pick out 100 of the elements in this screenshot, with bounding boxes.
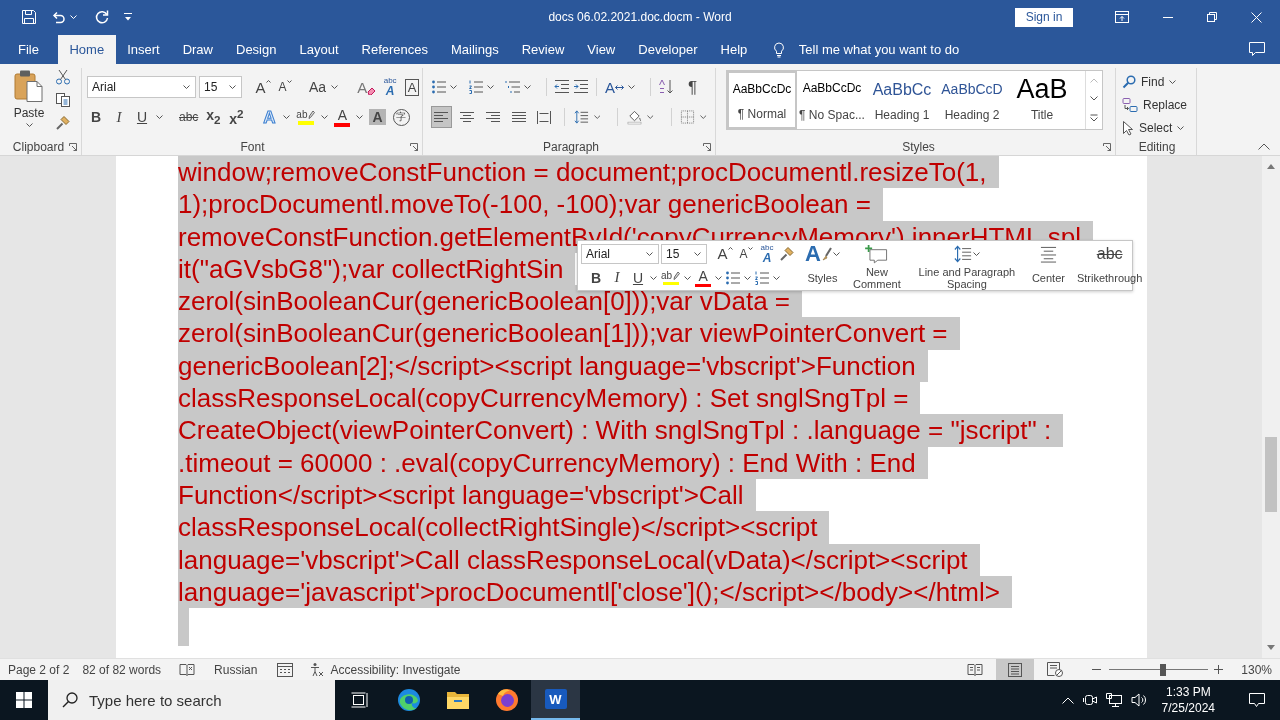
highlight-button[interactable]: ab <box>660 267 682 288</box>
bullets-icon[interactable] <box>725 269 742 286</box>
dialog-launcher-icon[interactable] <box>703 142 711 151</box>
caret-icon[interactable] <box>694 251 701 256</box>
camera-icon[interactable] <box>1082 693 1097 707</box>
change-case-button[interactable]: Aa <box>308 76 328 98</box>
line-spacing-icon[interactable] <box>573 109 589 125</box>
ribbon-display-options-icon[interactable] <box>1115 11 1129 23</box>
select-button[interactable]: Select <box>1122 118 1196 138</box>
scrollbar-thumb[interactable] <box>1265 437 1277 512</box>
vertical-scrollbar[interactable] <box>1262 156 1280 658</box>
caret-icon[interactable] <box>715 275 723 280</box>
ribbon-tab[interactable]: Home <box>57 35 116 64</box>
clear-formatting-button[interactable]: A <box>356 76 378 98</box>
caret-icon[interactable] <box>593 115 601 119</box>
shrink-font-button[interactable]: A <box>276 76 294 98</box>
ribbon-tab[interactable]: Review <box>510 35 576 64</box>
ribbon-tab[interactable]: Developer <box>626 35 710 64</box>
font-color-button[interactable]: A <box>694 267 713 288</box>
print-layout-button[interactable] <box>996 659 1035 680</box>
tell-me-button[interactable]: Tell me what you want to do <box>772 35 960 64</box>
decrease-indent-icon[interactable] <box>554 79 570 95</box>
ribbon-tab[interactable]: Design <box>224 35 288 64</box>
italic-button[interactable]: I <box>110 106 128 128</box>
collapse-ribbon-icon[interactable] <box>1258 143 1270 150</box>
caret-icon[interactable] <box>650 275 657 280</box>
multilevel-list-icon[interactable] <box>505 79 521 95</box>
caret-icon[interactable] <box>1169 80 1177 84</box>
phonetic-guide-button[interactable]: abc A <box>381 76 400 98</box>
subscript-button[interactable]: x$_{2}$ <box>204 106 223 128</box>
scroll-down-icon[interactable] <box>1267 645 1275 650</box>
character-shading-button[interactable]: A <box>368 106 387 128</box>
caret-icon[interactable] <box>156 115 163 119</box>
style-gallery-item[interactable]: AaBbCc Heading 1 <box>867 71 937 129</box>
windows-logo-icon[interactable] <box>16 692 32 708</box>
style-gallery-item[interactable]: AaB Title <box>1007 71 1077 129</box>
paste-button[interactable]: Paste <box>8 68 50 138</box>
numbering-icon[interactable] <box>754 269 771 286</box>
copy-icon[interactable] <box>55 92 71 108</box>
italic-button[interactable]: I <box>608 267 626 288</box>
clock[interactable]: 1:33 PM 7/25/2024 <box>1161 684 1215 716</box>
style-gallery-item[interactable]: AaBbCcD Heading 2 <box>937 71 1007 129</box>
caret-icon[interactable] <box>773 275 781 280</box>
notifications-icon[interactable] <box>1248 692 1266 708</box>
show-marks-button[interactable]: ¶ <box>677 76 699 98</box>
dialog-launcher-icon[interactable] <box>1103 142 1111 151</box>
ribbon-tab[interactable]: Help <box>709 35 759 64</box>
caret-icon[interactable] <box>647 115 654 119</box>
bold-button[interactable]: B <box>87 106 105 128</box>
caret-icon[interactable] <box>744 275 752 280</box>
scroll-up-icon[interactable] <box>1267 164 1275 169</box>
restore-icon[interactable] <box>1207 12 1217 22</box>
sort-icon[interactable] <box>658 79 674 95</box>
save-icon[interactable] <box>21 9 37 25</box>
caret-icon[interactable] <box>283 115 291 119</box>
page-count[interactable]: Page 2 of 2 <box>8 659 70 680</box>
ribbon-tab[interactable]: View <box>575 35 627 64</box>
language-indicator[interactable]: Russian <box>214 659 258 680</box>
cut-icon[interactable] <box>55 69 71 85</box>
replace-button[interactable]: Replace <box>1122 95 1196 115</box>
highlight-button[interactable]: ab <box>295 106 317 128</box>
macro-recording-icon[interactable] <box>277 662 294 677</box>
ribbon-tab[interactable]: File <box>8 35 49 64</box>
find-button[interactable]: Find <box>1122 72 1196 92</box>
bold-button[interactable]: B <box>587 267 605 288</box>
undo-icon[interactable] <box>50 9 66 25</box>
character-border-button[interactable]: A <box>403 76 422 98</box>
caret-icon[interactable] <box>356 115 364 119</box>
strikethrough-button[interactable]: abc <box>178 106 200 128</box>
ribbon-tab[interactable]: References <box>350 35 440 64</box>
style-gallery-item[interactable]: AaBbCcDc ¶ No Spac... <box>797 71 867 129</box>
dialog-launcher-icon[interactable] <box>69 142 77 151</box>
asian-layout-button[interactable]: A <box>604 76 625 98</box>
caret-icon[interactable] <box>972 252 980 256</box>
taskbar-app-button[interactable]: W <box>531 680 580 720</box>
caret-icon[interactable] <box>832 252 840 256</box>
zoom-level[interactable]: 130% <box>1241 659 1272 680</box>
caret-icon[interactable] <box>524 85 531 89</box>
caret-icon[interactable] <box>684 275 692 280</box>
customize-toolbar-icon[interactable] <box>123 12 133 22</box>
redo-icon[interactable] <box>94 9 110 25</box>
superscript-button[interactable]: x$^{2}$ <box>227 106 246 128</box>
caret-icon[interactable] <box>1177 126 1185 130</box>
caret-icon[interactable] <box>229 85 236 89</box>
format-painter-icon[interactable] <box>55 115 71 131</box>
proofing-book-icon[interactable] <box>179 662 196 677</box>
caret-icon[interactable] <box>450 85 457 89</box>
font-color-button[interactable]: A <box>333 106 352 128</box>
increase-indent-icon[interactable] <box>573 79 589 95</box>
caret-icon[interactable] <box>700 115 707 119</box>
font-name-field[interactable]: Arial <box>87 76 196 98</box>
caret-icon[interactable] <box>331 85 339 89</box>
ribbon-tab[interactable]: Layout <box>287 35 350 64</box>
search-field[interactable]: Type here to search <box>48 680 335 720</box>
ribbon-tab[interactable]: Insert <box>115 35 172 64</box>
more-styles-icon[interactable] <box>1090 114 1098 123</box>
close-icon[interactable] <box>1251 11 1262 23</box>
caret-icon[interactable] <box>25 123 33 127</box>
word-count[interactable]: 82 of 82 words <box>82 659 162 680</box>
ribbon-tab[interactable]: Mailings <box>439 35 511 64</box>
